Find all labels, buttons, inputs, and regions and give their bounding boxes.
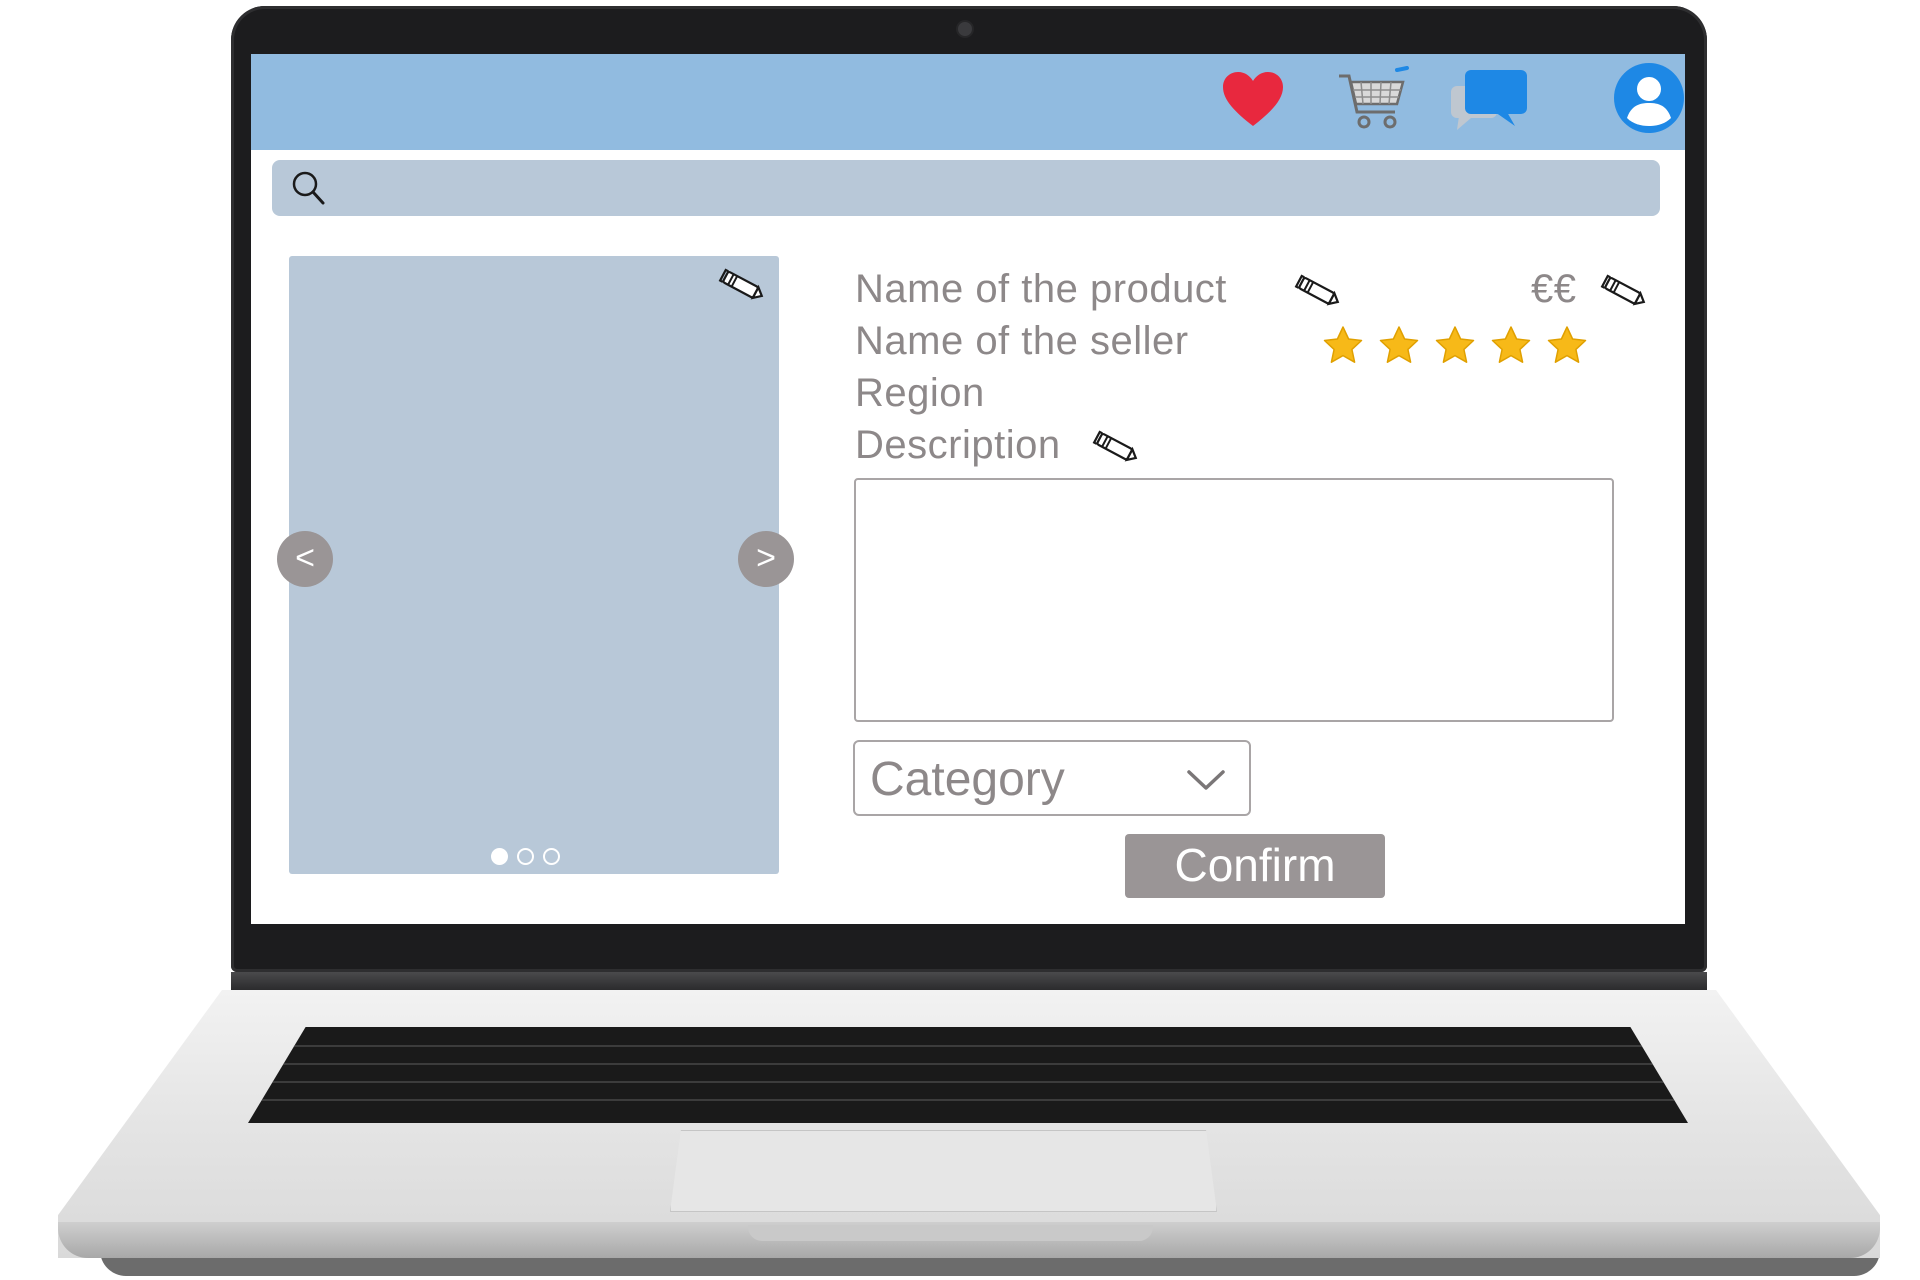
shopping-cart-icon[interactable]	[1337, 66, 1409, 136]
search-bar[interactable]	[272, 160, 1660, 216]
key-row-divider	[248, 1081, 1688, 1083]
category-dropdown[interactable]: Category	[853, 740, 1251, 816]
category-selected-value: Category	[870, 753, 1065, 806]
app-screen: < > Name of the product €€ Name of the s…	[251, 54, 1685, 924]
product-name-label: Name of the product	[855, 267, 1227, 311]
key-row-divider	[248, 1045, 1688, 1047]
rating-star-icon	[1435, 326, 1475, 363]
webcam	[958, 22, 972, 36]
key-row-divider	[248, 1063, 1688, 1065]
product-image-carousel	[289, 256, 779, 874]
edit-image-pencil-icon[interactable]	[717, 266, 765, 306]
trackpad	[670, 1130, 1217, 1212]
search-input[interactable]	[338, 168, 1642, 210]
user-profile-icon[interactable]	[1613, 62, 1685, 134]
carousel-prev-button[interactable]: <	[277, 531, 333, 587]
carousel-dot-1[interactable]	[491, 848, 508, 865]
description-label: Description	[855, 423, 1061, 467]
heart-icon[interactable]	[1221, 70, 1285, 128]
edit-price-pencil-icon[interactable]	[1599, 272, 1647, 312]
lid-notch	[748, 1225, 1153, 1241]
rating-star-icon	[1379, 326, 1419, 363]
top-navigation-bar	[251, 54, 1685, 150]
rating-star-icon	[1323, 326, 1363, 363]
carousel-dot-3[interactable]	[543, 848, 560, 865]
price-label: €€	[1531, 267, 1577, 311]
description-textarea[interactable]	[854, 478, 1614, 722]
region-label: Region	[855, 371, 985, 415]
seller-name-label: Name of the seller	[855, 319, 1189, 363]
edit-description-pencil-icon[interactable]	[1091, 428, 1139, 468]
confirm-button[interactable]: Confirm	[1125, 834, 1385, 898]
laptop-hinge	[231, 972, 1707, 990]
keyboard	[248, 1027, 1688, 1123]
carousel-next-button[interactable]: >	[738, 531, 794, 587]
rating-star-icon	[1547, 326, 1587, 363]
edit-name-pencil-icon[interactable]	[1293, 272, 1341, 312]
search-icon[interactable]	[290, 170, 326, 206]
chat-icon[interactable]	[1449, 68, 1531, 136]
key-row-divider	[248, 1099, 1688, 1101]
carousel-dot-2[interactable]	[517, 848, 534, 865]
rating-star-icon	[1491, 326, 1531, 363]
chevron-down-icon	[1187, 770, 1225, 790]
